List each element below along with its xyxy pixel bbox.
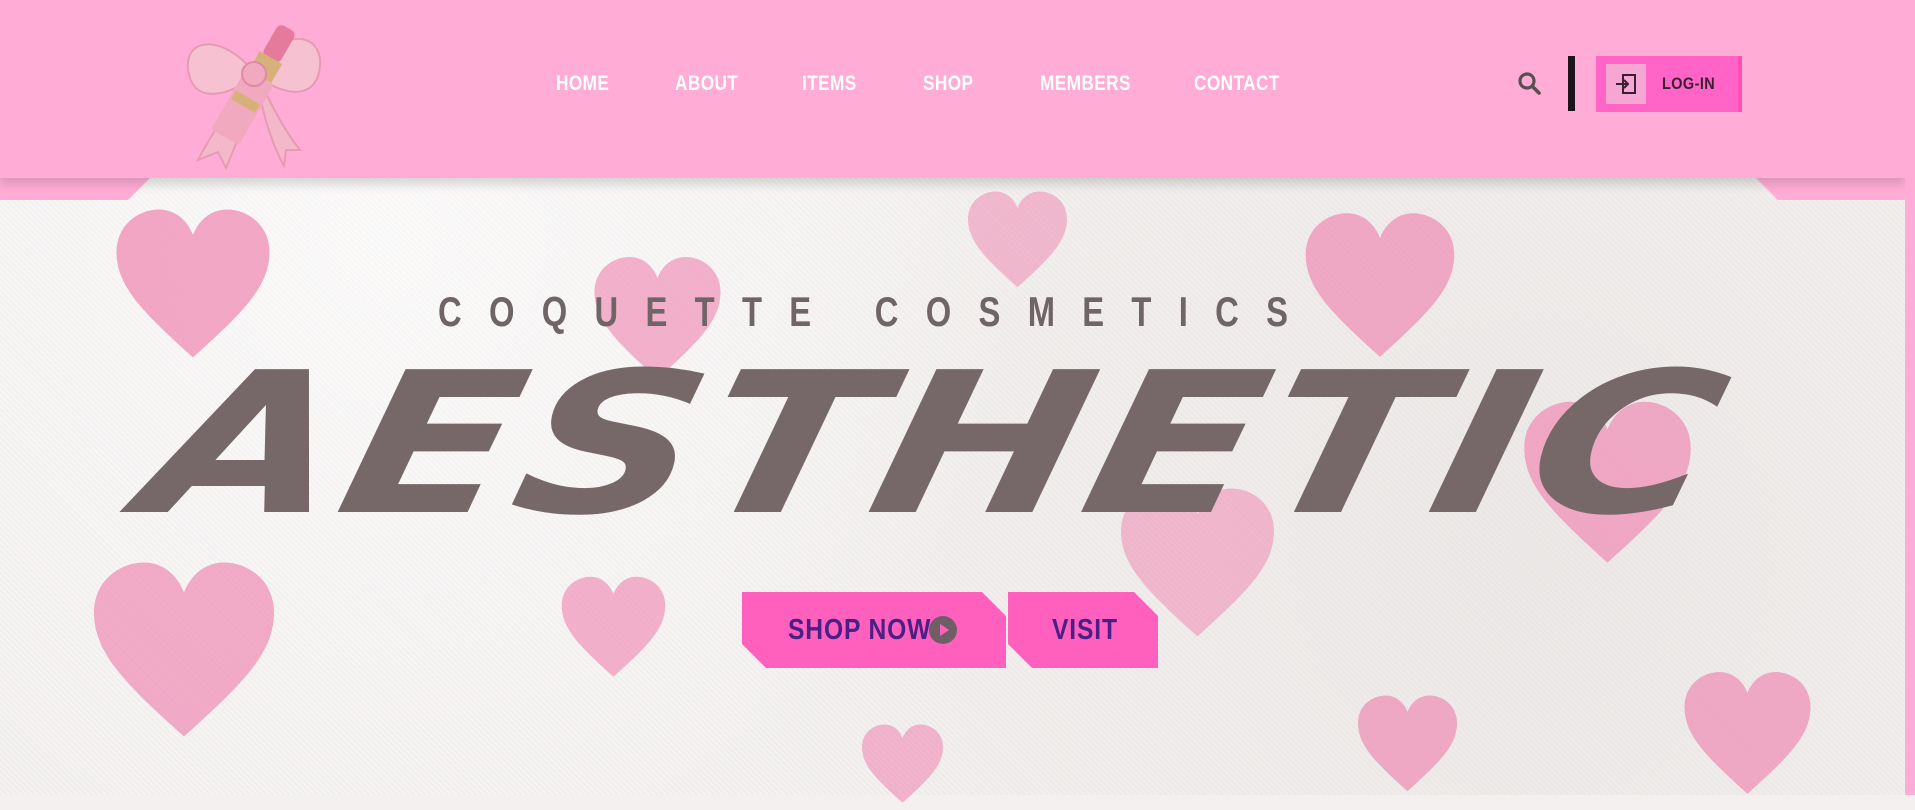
nav-members[interactable]: MEMBERS xyxy=(1040,72,1131,96)
visit-label: VISIT xyxy=(1052,614,1118,646)
hero-title: AESTHETIC xyxy=(125,331,1747,559)
page-edge-strip xyxy=(1905,0,1915,795)
heart-decoration xyxy=(862,724,943,803)
nav-home[interactable]: HOME xyxy=(556,72,609,96)
login-label: LOG-IN xyxy=(1662,74,1716,93)
play-icon xyxy=(929,616,957,644)
nav-items[interactable]: ITEMS xyxy=(802,72,857,96)
heart-decoration xyxy=(1358,695,1457,792)
search-icon[interactable] xyxy=(1516,70,1542,96)
visit-button[interactable]: VISIT xyxy=(1008,592,1158,668)
login-icon xyxy=(1606,64,1646,104)
heart-decoration xyxy=(561,576,666,677)
nav-about[interactable]: ABOUT xyxy=(675,72,738,96)
shop-now-button[interactable]: SHOP NOW xyxy=(742,592,1006,668)
heart-decoration xyxy=(1684,672,1811,794)
shop-now-label: SHOP NOW xyxy=(788,614,932,646)
heart-decoration xyxy=(94,562,274,737)
header-divider xyxy=(1568,56,1575,111)
header-tab-edge xyxy=(0,178,1905,200)
nav-contact[interactable]: CONTACT xyxy=(1194,72,1280,96)
login-button[interactable]: LOG-IN xyxy=(1596,56,1742,112)
hero-tagline: COQUETTE COSMETICS xyxy=(438,288,1316,335)
bow-lipstick-logo[interactable] xyxy=(168,0,336,172)
nav-shop[interactable]: SHOP xyxy=(923,72,973,96)
heart-decoration xyxy=(968,191,1067,288)
site-header: HOME ABOUT ITEMS SHOP MEMBERS CONTACT LO… xyxy=(0,0,1905,178)
